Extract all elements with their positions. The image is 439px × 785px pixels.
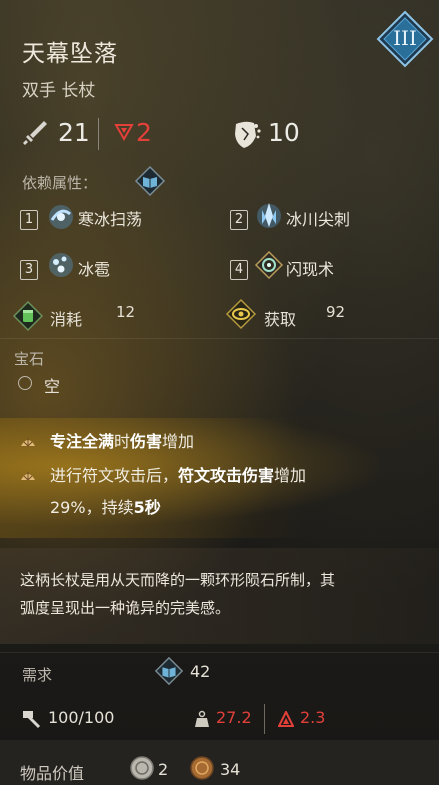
affix-text: 增加 <box>274 466 307 485</box>
tier-badge-label: III <box>393 26 417 50</box>
hail-icon <box>46 250 76 284</box>
section-divider <box>0 652 439 653</box>
stat-divider <box>264 704 265 734</box>
gain-label: 获取 <box>264 310 297 329</box>
gem-slot-text: 空 <box>44 377 61 396</box>
item-type: 双手 长杖 <box>22 81 96 101</box>
affix-text: 时 <box>114 432 131 451</box>
durability-value: 100/100 <box>48 708 115 727</box>
item-value-label: 物品价值 <box>20 764 85 783</box>
book-attribute-icon <box>134 165 166 201</box>
item-description: 这柄长杖是用从天而降的一颗环形陨石所制，其 弧度呈现出一种诡异的完美感。 <box>20 566 335 622</box>
affix-highlight: 伤害 <box>130 432 163 451</box>
blink-icon <box>254 250 284 284</box>
affix-bullet-icon <box>18 466 38 490</box>
glacier-spike-icon <box>254 200 284 234</box>
hammer-icon <box>20 708 42 734</box>
skill-name: 闪现术 <box>286 260 335 279</box>
affix-highlight: 专注全满 <box>50 432 115 451</box>
consume-icon <box>12 300 44 336</box>
affix-highlight: 5秒 <box>133 498 161 517</box>
skill-slot-number: 3 <box>20 260 38 280</box>
silver-value: 2 <box>158 760 169 779</box>
sword-icon <box>22 118 50 150</box>
consume-value: 12 <box>116 303 136 321</box>
affix-line-3: 29%，持续5秒 <box>50 494 161 522</box>
bronze-coin-icon <box>190 756 214 784</box>
gain-value: 92 <box>326 303 346 321</box>
book-attribute-icon <box>154 656 184 690</box>
requirement-value: 42 <box>190 662 211 681</box>
gain-icon <box>225 298 257 334</box>
skill-slot-number: 1 <box>20 210 38 230</box>
skill-slot-1[interactable]: 1 寒冰扫荡 <box>20 205 142 230</box>
defense-value: 10 <box>268 118 300 147</box>
damage-value: 21 <box>58 118 90 147</box>
red-stat-value: 2 <box>136 118 152 147</box>
empty-gem-socket-icon[interactable] <box>18 376 32 390</box>
red-triangle-icon <box>277 709 295 731</box>
affix-line-1: 专注全满时伤害增加 <box>50 428 194 456</box>
gem-title: 宝石 <box>14 350 45 368</box>
consume-label: 消耗 <box>50 310 83 329</box>
skill-name: 冰雹 <box>78 260 111 279</box>
red-down-arrow-icon <box>114 122 134 146</box>
affix-line-2: 进行符文攻击后，符文攻击伤害增加 <box>50 462 306 490</box>
dependency-label: 依赖属性： <box>22 174 98 192</box>
skill-slot-number: 4 <box>230 260 248 280</box>
skill-name: 寒冰扫荡 <box>78 210 143 229</box>
bronze-value: 34 <box>220 760 241 779</box>
skill-slot-2[interactable]: 2 冰川尖刺 <box>230 203 350 230</box>
item-name: 天幕坠落 <box>22 41 118 67</box>
ice-sweep-icon <box>46 202 76 236</box>
stat-divider <box>98 118 99 150</box>
weight-icon <box>194 710 210 732</box>
affix-text: 增加 <box>162 432 195 451</box>
weight-value: 27.2 <box>216 708 252 727</box>
affix-text: 进行符文攻击后， <box>50 466 179 485</box>
skill-slot-number: 2 <box>230 210 248 230</box>
description-line: 弧度呈现出一种诡异的完美感。 <box>20 599 231 617</box>
description-line: 这柄长杖是用从天而降的一颗环形陨石所制，其 <box>20 571 336 589</box>
skill-slot-4[interactable]: 4 闪现术 <box>230 250 334 280</box>
tier-badge: III <box>376 10 434 68</box>
affix-text: 29%，持续 <box>50 498 134 517</box>
shield-icon <box>232 118 262 154</box>
section-divider <box>0 338 439 339</box>
requirement-label: 需求 <box>22 666 53 684</box>
skill-slot-3[interactable]: 3 冰雹 <box>20 253 110 280</box>
skill-name: 冰川尖刺 <box>286 210 351 229</box>
affix-bullet-icon <box>18 432 38 456</box>
red-stat-secondary-value: 2.3 <box>300 708 326 727</box>
silver-coin-icon <box>130 756 154 784</box>
affix-highlight: 符文攻击伤害 <box>178 466 275 485</box>
